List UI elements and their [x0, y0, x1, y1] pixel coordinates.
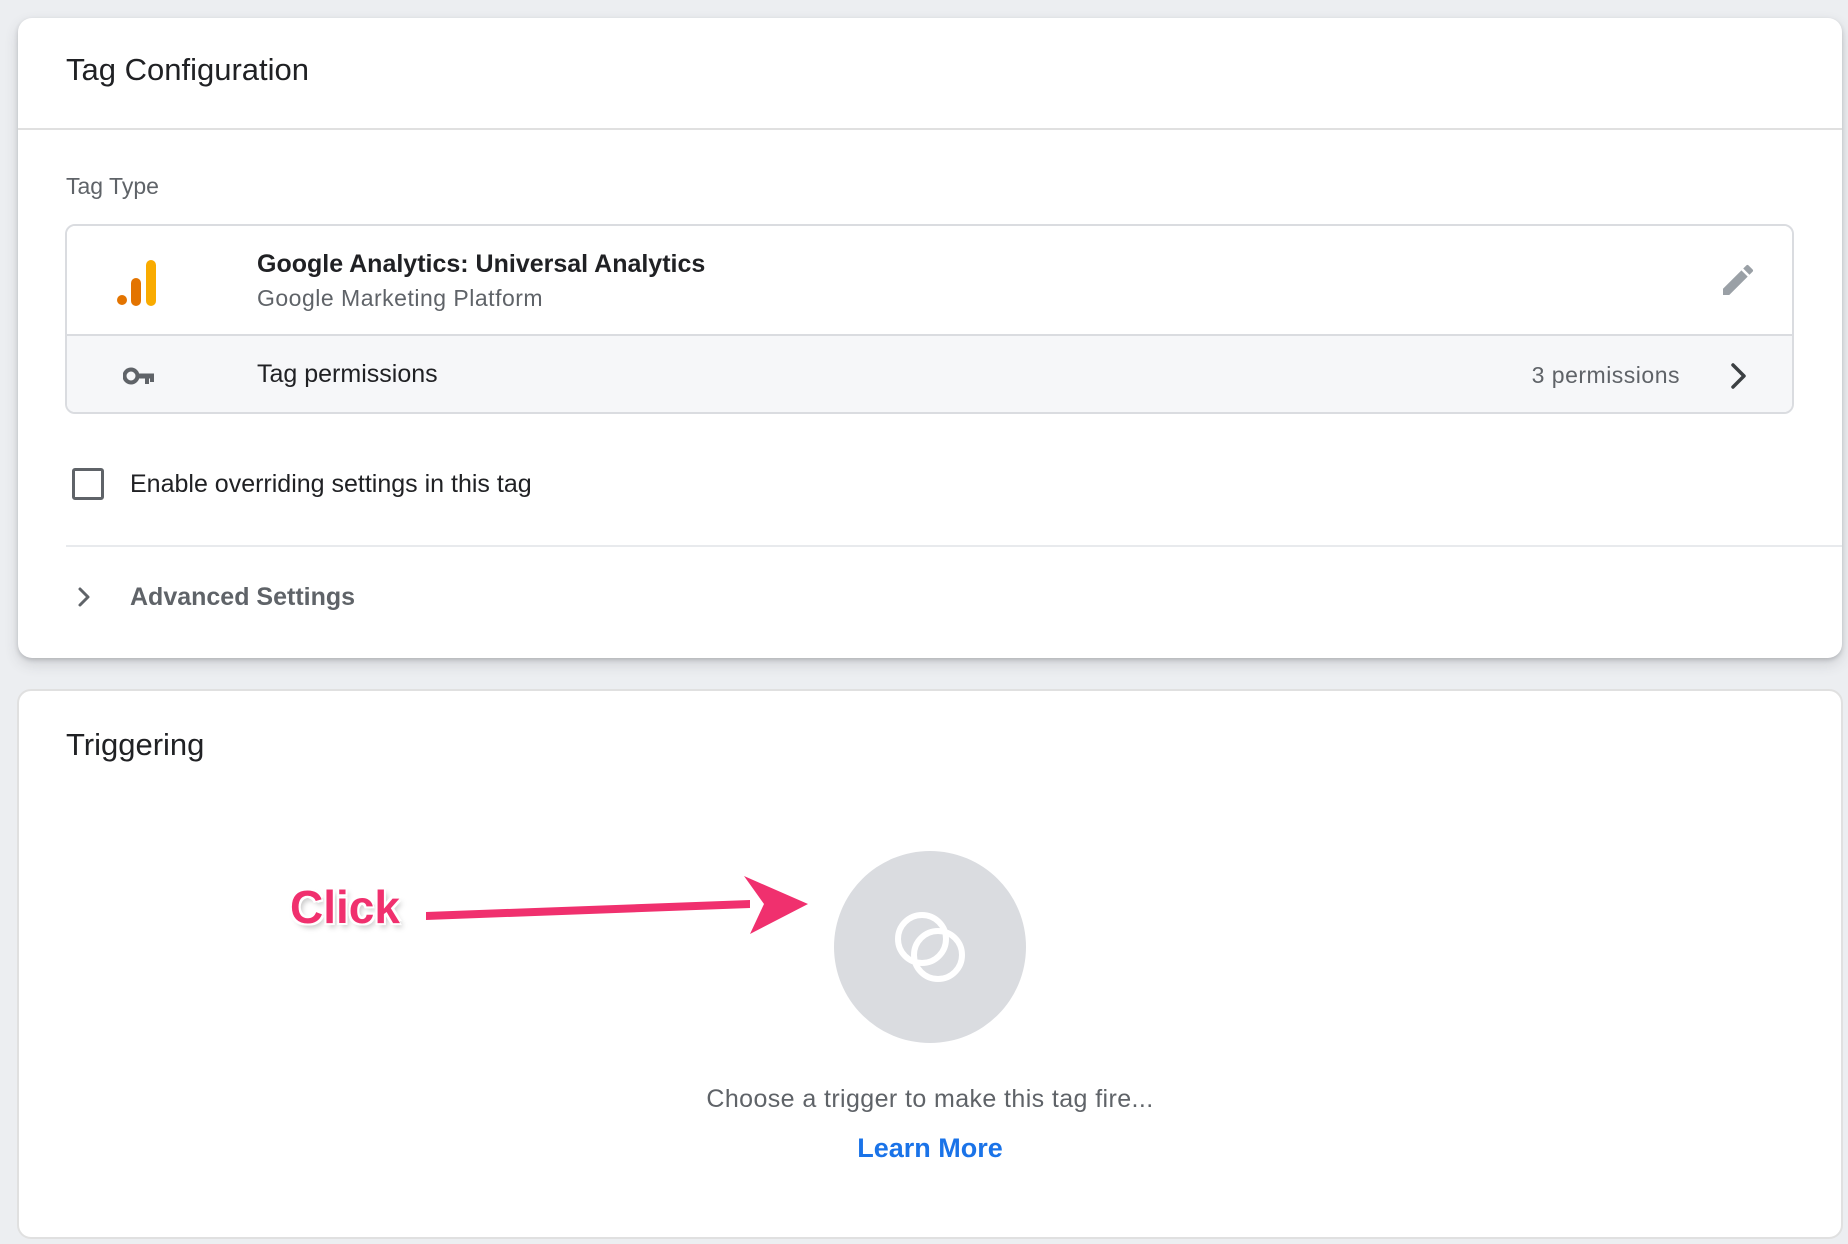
permissions-count: 3 permissions	[1531, 362, 1680, 388]
tag-configuration-card: Tag Configuration Tag Type Google Analyt…	[18, 18, 1842, 658]
chevron-right-icon	[78, 587, 90, 607]
key-icon	[123, 367, 154, 385]
tag-type-name: Google Analytics: Universal Analytics	[257, 250, 706, 278]
trigger-icon	[895, 912, 965, 982]
tag-permissions-label: Tag permissions	[257, 360, 438, 388]
choose-trigger-button[interactable]	[834, 851, 1026, 1043]
click-annotation-label: Click	[290, 881, 400, 933]
trigger-hint: Choose a trigger to make this tag fire..…	[706, 1085, 1154, 1113]
tag-type-box: Google Analytics: Universal Analytics Go…	[65, 224, 1794, 414]
pencil-icon[interactable]	[1718, 260, 1758, 300]
tag-type-vendor: Google Marketing Platform	[257, 285, 544, 311]
advanced-settings-label: Advanced Settings	[130, 583, 356, 611]
tag-type-label: Tag Type	[66, 173, 159, 199]
tag-configuration-header: Tag Configuration	[18, 18, 1842, 130]
section-divider	[66, 545, 1842, 547]
annotation-arrow-icon	[426, 876, 808, 934]
override-settings-label: Enable overriding settings in this tag	[130, 470, 532, 498]
tag-permissions-row[interactable]: Tag permissions 3 permissions	[67, 336, 1792, 412]
override-settings-checkbox[interactable]	[72, 468, 104, 500]
triggering-card: Triggering Choose a trigger to make this…	[17, 689, 1843, 1239]
triggering-title: Triggering	[66, 727, 205, 762]
learn-more-link[interactable]: Learn More	[19, 1133, 1841, 1164]
google-analytics-icon	[117, 260, 156, 306]
tag-configuration-title: Tag Configuration	[66, 52, 309, 87]
tag-type-row[interactable]: Google Analytics: Universal Analytics Go…	[67, 226, 1792, 336]
chevron-right-icon	[1731, 363, 1746, 389]
